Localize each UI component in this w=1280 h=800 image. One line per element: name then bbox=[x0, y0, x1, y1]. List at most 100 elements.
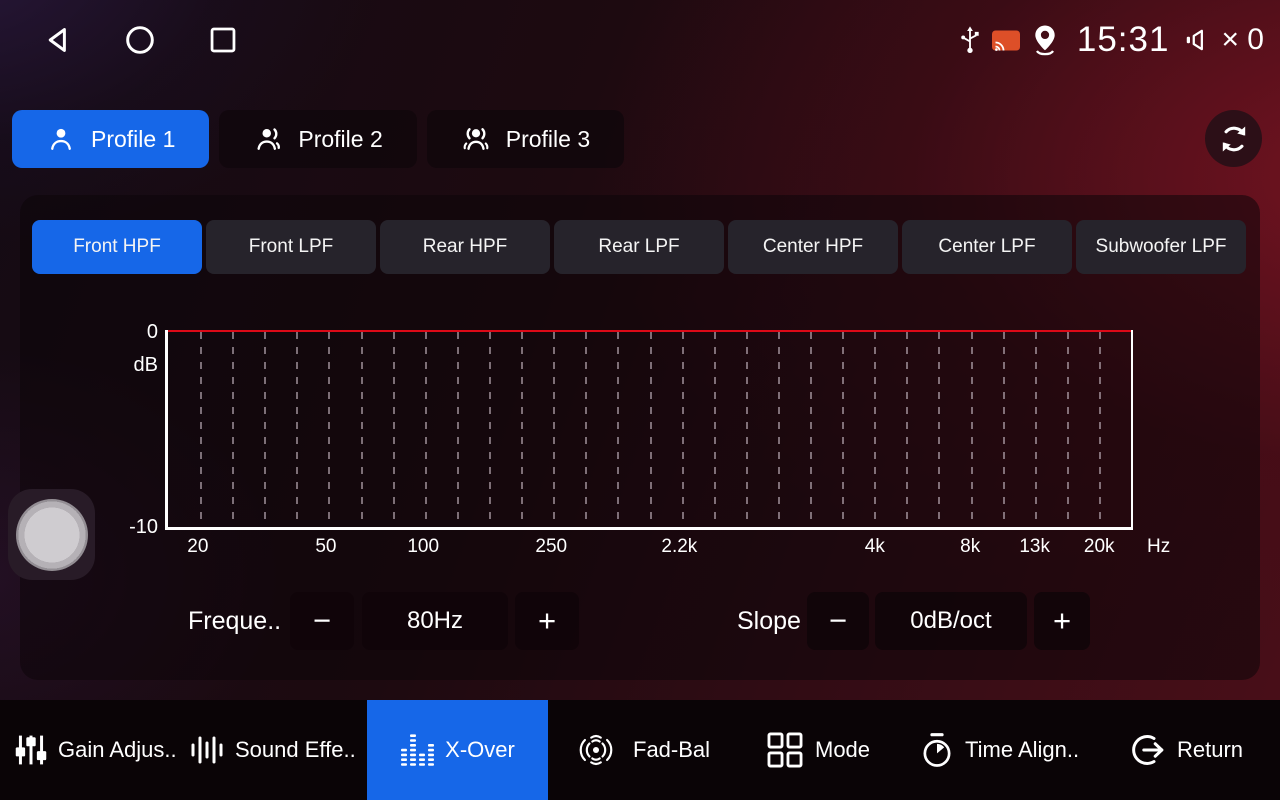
user-icon bbox=[46, 124, 76, 154]
slope-value: 0dB/oct bbox=[875, 592, 1027, 650]
sync-button[interactable] bbox=[1205, 110, 1262, 167]
floating-assist-button[interactable] bbox=[8, 489, 95, 580]
chart-gridline bbox=[1099, 332, 1101, 527]
mode-grid-icon bbox=[766, 731, 804, 769]
nav-return[interactable]: Return bbox=[1130, 700, 1243, 800]
x-tick-label: 20 bbox=[187, 536, 208, 558]
chart-gridline bbox=[842, 332, 844, 527]
chart-gridline bbox=[393, 332, 395, 527]
nav-gain-adjust[interactable]: Gain Adjus.. bbox=[15, 700, 177, 800]
x-axis-unit: Hz bbox=[1147, 536, 1170, 558]
nav-label: Fad-Bal bbox=[633, 737, 710, 763]
user-signal-icon bbox=[253, 124, 283, 154]
nav-label: Sound Effe.. bbox=[235, 737, 356, 763]
xover-panel: Front HPF Front LPF Rear HPF Rear LPF Ce… bbox=[20, 195, 1260, 680]
nav-fad-bal[interactable]: Fad-Bal bbox=[570, 700, 710, 800]
x-tick-label: 20k bbox=[1084, 536, 1115, 558]
chart-gridline bbox=[361, 332, 363, 527]
nav-time-align[interactable]: Time Align.. bbox=[920, 700, 1079, 800]
recents-button[interactable] bbox=[204, 21, 242, 59]
x-tick-label: 13k bbox=[1019, 536, 1050, 558]
nav-label: Time Align.. bbox=[965, 737, 1079, 763]
tab-center-lpf[interactable]: Center LPF bbox=[902, 220, 1072, 274]
back-button[interactable] bbox=[38, 21, 76, 59]
nav-label: Mode bbox=[815, 737, 870, 763]
chart-gridline bbox=[906, 332, 908, 527]
home-icon bbox=[124, 24, 156, 56]
chart-gridline bbox=[1067, 332, 1069, 527]
nav-x-over[interactable]: X-Over bbox=[367, 700, 548, 800]
fader-balance-icon bbox=[570, 731, 622, 769]
chart-gridline bbox=[296, 332, 298, 527]
tab-subwoofer-lpf[interactable]: Subwoofer LPF bbox=[1076, 220, 1246, 274]
slope-minus-button[interactable]: − bbox=[807, 592, 869, 650]
x-tick-label: 250 bbox=[535, 536, 567, 558]
gain-sliders-icon bbox=[15, 734, 47, 766]
return-arrow-icon bbox=[1130, 732, 1166, 768]
nav-label: X-Over bbox=[445, 737, 515, 763]
nav-sound-effect[interactable]: Sound Effe.. bbox=[190, 700, 356, 800]
home-button[interactable] bbox=[121, 21, 159, 59]
chart-gridline bbox=[650, 332, 652, 527]
x-tick-label: 50 bbox=[315, 536, 336, 558]
chart-gridline bbox=[457, 332, 459, 527]
chart-gridline bbox=[264, 332, 266, 527]
clock: 15:31 bbox=[1077, 20, 1170, 60]
nav-mode[interactable]: Mode bbox=[766, 700, 870, 800]
chart-gridline bbox=[617, 332, 619, 527]
tab-profile-1[interactable]: Profile 1 bbox=[12, 110, 209, 168]
volume-level: × 0 bbox=[1221, 23, 1264, 57]
recents-icon bbox=[208, 25, 238, 55]
y-tick-label: 0 bbox=[147, 321, 158, 344]
chart-gridline bbox=[714, 332, 716, 527]
user-broadcast-icon bbox=[461, 124, 491, 154]
frequency-label: Freque.. bbox=[188, 592, 281, 650]
usb-icon bbox=[958, 24, 982, 56]
chart-plot: 0 dB -10 Hz 20501002502.2k4k8k13k20k bbox=[165, 330, 1133, 530]
tab-front-lpf[interactable]: Front LPF bbox=[206, 220, 376, 274]
y-tick-label: -10 bbox=[129, 516, 158, 539]
equalizer-icon bbox=[400, 733, 434, 767]
filter-tab-bar: Front HPF Front LPF Rear HPF Rear LPF Ce… bbox=[32, 220, 1246, 274]
tab-center-hpf[interactable]: Center HPF bbox=[728, 220, 898, 274]
profile-label: Profile 3 bbox=[506, 126, 590, 153]
chart-gridline bbox=[425, 332, 427, 527]
sync-icon bbox=[1217, 122, 1251, 156]
volume-muted-icon bbox=[1184, 26, 1210, 54]
assist-knob-circle bbox=[16, 499, 88, 571]
chart-gridline bbox=[232, 332, 234, 527]
profile-bar: Profile 1 Profile 2 Profile 3 bbox=[12, 110, 624, 168]
chart-gridline bbox=[971, 332, 973, 527]
nav-label: Return bbox=[1177, 737, 1243, 763]
chart-gridline bbox=[1035, 332, 1037, 527]
profile-label: Profile 2 bbox=[298, 126, 382, 153]
nav-label: Gain Adjus.. bbox=[58, 737, 177, 763]
frequency-minus-button[interactable]: − bbox=[290, 592, 354, 650]
y-axis-unit: dB bbox=[134, 354, 158, 377]
chart-gridline bbox=[200, 332, 202, 527]
chart-gridline bbox=[682, 332, 684, 527]
tab-rear-lpf[interactable]: Rear LPF bbox=[554, 220, 724, 274]
slope-label: Slope bbox=[737, 592, 801, 650]
tab-rear-hpf[interactable]: Rear HPF bbox=[380, 220, 550, 274]
chart-gridline bbox=[521, 332, 523, 527]
location-icon bbox=[1030, 24, 1060, 57]
chart-gridline bbox=[1003, 332, 1005, 527]
chart-gridline bbox=[778, 332, 780, 527]
x-tick-label: 8k bbox=[960, 536, 980, 558]
tab-profile-2[interactable]: Profile 2 bbox=[219, 110, 416, 168]
x-tick-label: 2.2k bbox=[661, 536, 697, 558]
slope-plus-button[interactable]: + bbox=[1034, 592, 1090, 650]
chart-gridline bbox=[489, 332, 491, 527]
profile-label: Profile 1 bbox=[91, 126, 175, 153]
frequency-plus-button[interactable]: + bbox=[515, 592, 579, 650]
chart-gridline bbox=[553, 332, 555, 527]
sound-effect-icon bbox=[190, 734, 224, 766]
tab-front-hpf[interactable]: Front HPF bbox=[32, 220, 202, 274]
x-tick-label: 100 bbox=[407, 536, 439, 558]
x-tick-label: 4k bbox=[865, 536, 885, 558]
chart-gridline bbox=[585, 332, 587, 527]
status-bar: 15:31 × 0 bbox=[0, 0, 1280, 80]
tab-profile-3[interactable]: Profile 3 bbox=[427, 110, 624, 168]
chart-gridline bbox=[874, 332, 876, 527]
